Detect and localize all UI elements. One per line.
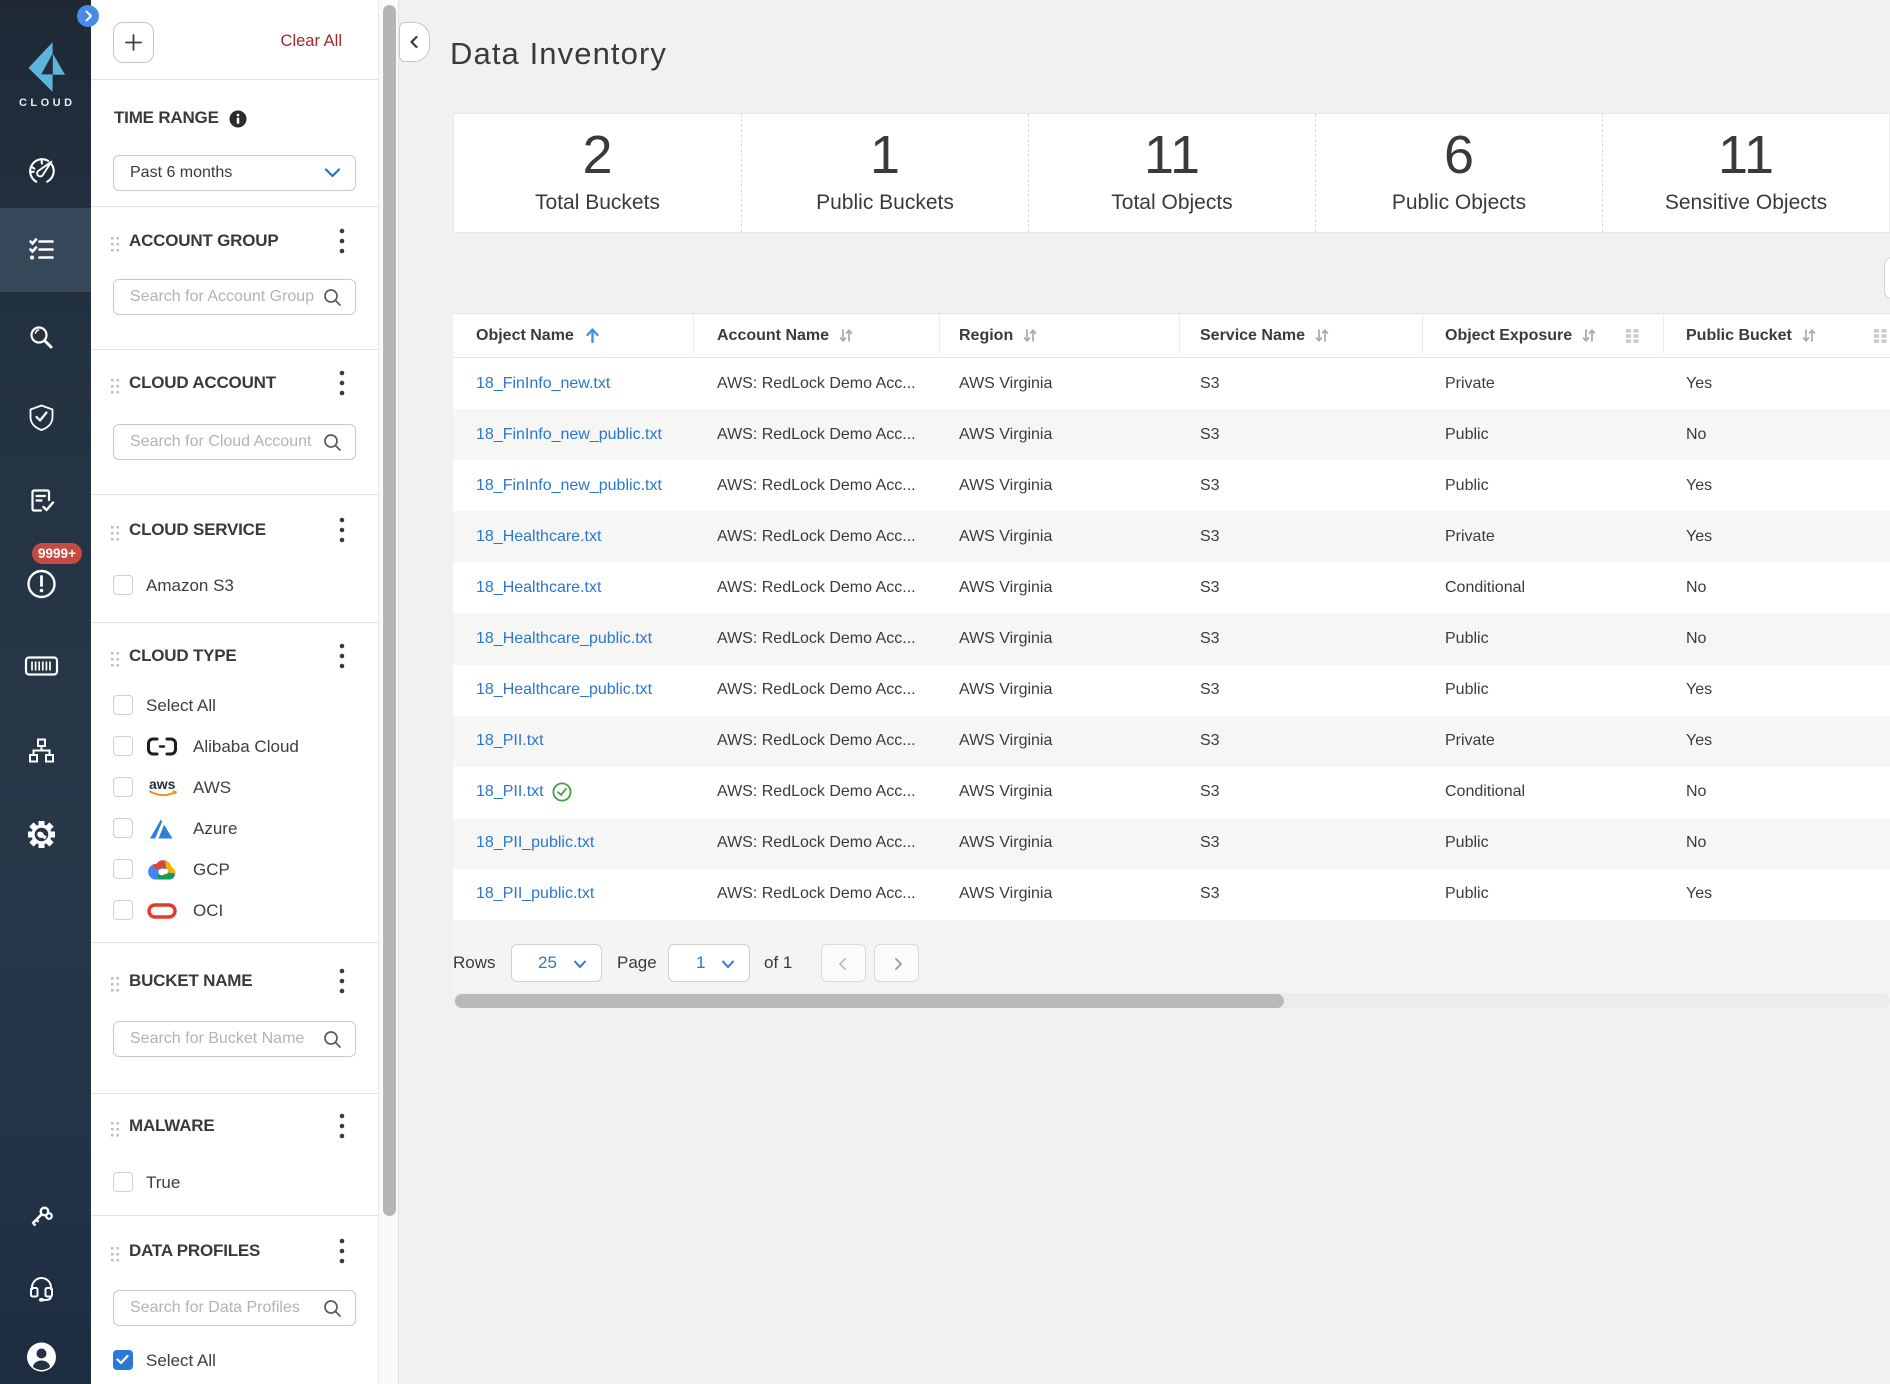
svg-text:aws: aws [149,776,176,792]
